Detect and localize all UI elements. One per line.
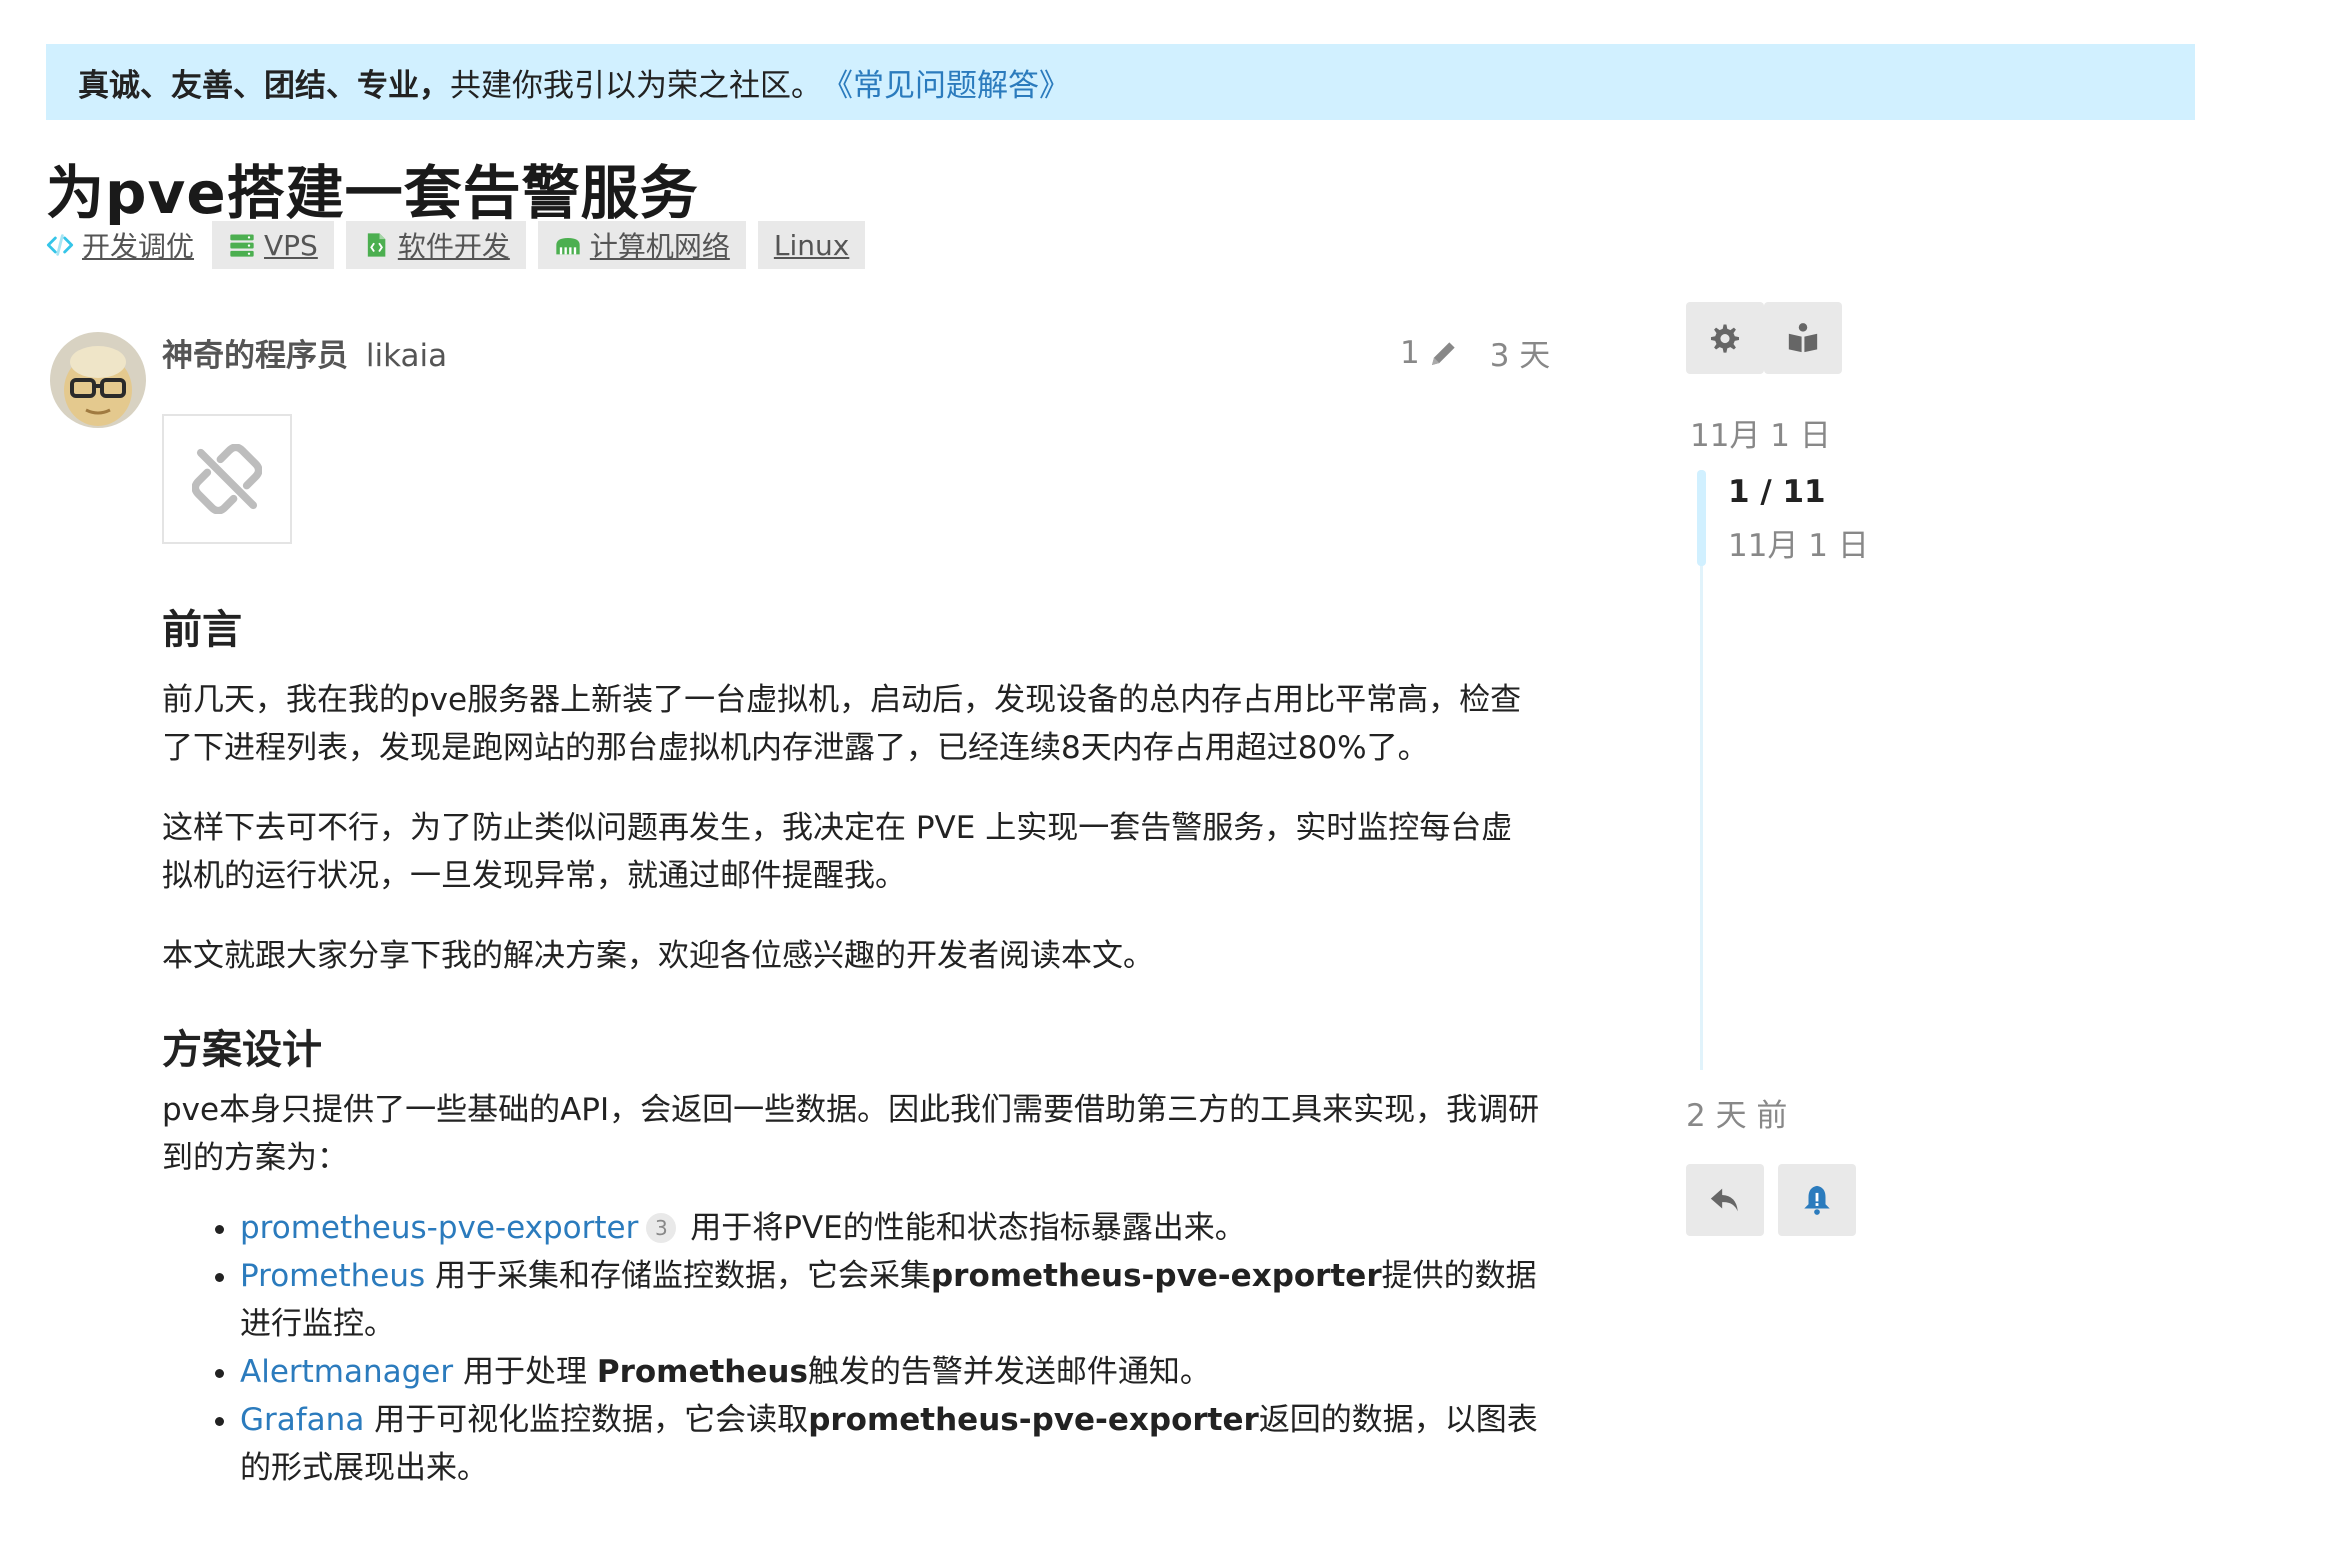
list-item: Alertmanager 用于处理 Prometheus触发的告警并发送邮件通知… (240, 1348, 1542, 1396)
topic-page: 真诚、友善、团结、专业， 共建你我引以为荣之社区。 《常见问题解答》 为pve搭… (0, 0, 2338, 1564)
code-file-icon (367, 233, 386, 257)
server-icon (230, 234, 254, 257)
pencil-icon[interactable] (1428, 337, 1460, 369)
broken-link-icon (192, 444, 262, 514)
tag-label: VPS (264, 228, 318, 262)
list-item: Prometheus 用于采集和存储监控数据，它会采集prometheus-pv… (240, 1252, 1542, 1348)
tag-label: 软件开发 (397, 230, 510, 263)
list-text-bold: prometheus-pve-exporter (808, 1402, 1259, 1438)
post-content: 前言 前几天，我在我的pve服务器上新装了一台虚拟机，启动后，发现设备的总内存占… (162, 600, 1542, 1492)
list-text-bold: Prometheus (596, 1354, 808, 1390)
code-icon (46, 234, 74, 256)
reply-button[interactable] (1686, 1164, 1764, 1236)
paragraph: 这样下去可不行，为了防止类似问题再发生，我决定在 PVE 上实现一套告警服务，实… (162, 810, 1513, 894)
network-icon (556, 238, 580, 255)
edit-count[interactable]: 1 (1400, 335, 1420, 371)
notifications-button[interactable] (1778, 1164, 1856, 1236)
topic-meta: 开发调优 VPS 软件开发 计算机网络 Linux (46, 220, 877, 270)
link-grafana[interactable]: Grafana (240, 1402, 364, 1438)
link-prometheus[interactable]: Prometheus (240, 1258, 425, 1294)
list-text: 用于将PVE的性能和状态指标暴露出来。 (680, 1210, 1246, 1246)
list-item: Grafana 用于可视化监控数据，它会读取prometheus-pve-exp… (240, 1396, 1542, 1492)
list-text: 触发的告警并发送邮件通知。 (807, 1354, 1211, 1390)
tag-label: Linux (773, 228, 850, 262)
paragraph: 本文就跟大家分享下我的解决方案，欢迎各位感兴趣的开发者阅读本文。 (162, 938, 1154, 974)
tool-list: prometheus-pve-exporter 3 用于将PVE的性能和状态指标暴… (162, 1204, 1542, 1492)
bell-icon (1804, 1185, 1830, 1215)
author-username[interactable]: likaia (366, 338, 447, 374)
category-link[interactable]: 开发调优 (46, 225, 194, 265)
summarize-button[interactable] (1764, 302, 1842, 374)
faq-link[interactable]: 《常见问题解答》 (822, 60, 1070, 105)
list-text: 用于可视化监控数据，它会读取 (364, 1402, 809, 1438)
tag-vps[interactable]: VPS (212, 221, 334, 269)
post-age[interactable]: 3 天 (1490, 330, 1551, 375)
timeline-end-label[interactable]: 2 天 前 (1686, 1090, 1787, 1135)
list-text-bold: prometheus-pve-exporter (930, 1258, 1382, 1294)
reading-icon (1788, 323, 1818, 353)
category-name: 开发调优 (82, 230, 195, 263)
timeline-position: 1 / 11 (1728, 474, 1826, 510)
reply-icon (1710, 1188, 1738, 1212)
post-info: 1 3 天 (1400, 330, 1550, 375)
list-text: 用于采集和存储监控数据，它会采集 (425, 1258, 931, 1294)
author-fullname[interactable]: 神奇的程序员 (162, 338, 348, 374)
section-heading-intro: 前言 (162, 607, 242, 653)
section-heading-design: 方案设计 (162, 1027, 322, 1073)
timeline-position-date: 11月 1 日 (1728, 528, 1869, 564)
tag-linux[interactable]: Linux (757, 221, 866, 269)
tag-label: 计算机网络 (589, 230, 730, 263)
timeline-handle[interactable] (1697, 470, 1706, 566)
link-prometheus-pve-exporter[interactable]: prometheus-pve-exporter (240, 1210, 638, 1246)
list-text: 用于处理 (453, 1354, 597, 1390)
topic-title[interactable]: 为pve搭建一套告警服务 (46, 146, 699, 230)
click-count-badge: 3 (646, 1213, 677, 1243)
gear-icon (1710, 324, 1740, 353)
banner-plain-text: 共建你我引以为荣之社区。 (450, 67, 822, 104)
list-item: prometheus-pve-exporter 3 用于将PVE的性能和状态指标暴… (240, 1204, 1542, 1252)
tag-computer-network[interactable]: 计算机网络 (537, 221, 746, 269)
broken-image-placeholder (162, 414, 292, 544)
banner-strong-text: 真诚、友善、团结、专业， (78, 67, 450, 104)
timeline-start-date[interactable]: 11月 1 日 (1690, 410, 1831, 455)
avatar[interactable] (50, 332, 146, 428)
community-banner: 真诚、友善、团结、专业， 共建你我引以为荣之社区。 《常见问题解答》 (46, 44, 2195, 120)
paragraph: pve本身只提供了一些基础的API，会返回一些数据。因此我们需要借助第三方的工具… (162, 1092, 1540, 1176)
paragraph: 前几天，我在我的pve服务器上新装了一台虚拟机，启动后，发现设备的总内存占用比平… (162, 682, 1522, 766)
link-alertmanager[interactable]: Alertmanager (240, 1354, 453, 1390)
post-author: 神奇的程序员 likaia (162, 330, 447, 375)
topic-admin-button[interactable] (1686, 302, 1764, 374)
tag-software-dev[interactable]: 软件开发 (345, 221, 526, 269)
avatar-image (50, 332, 146, 428)
